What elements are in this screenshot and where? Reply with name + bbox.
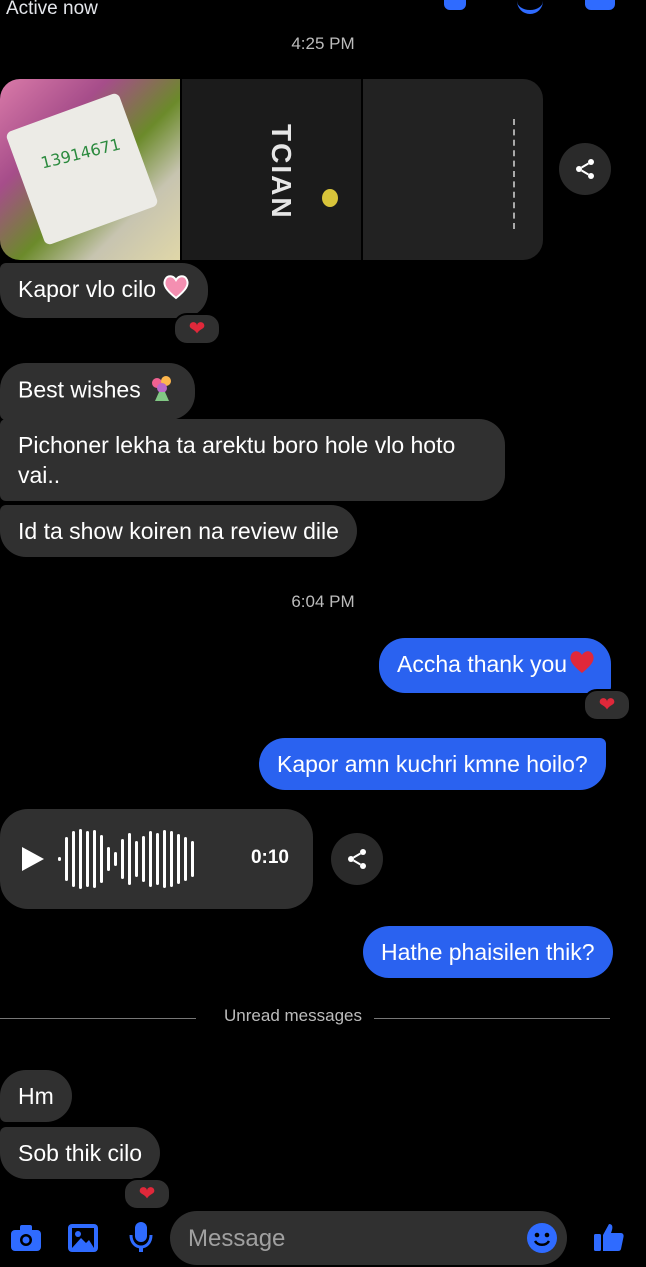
message-text: Kapor amn kuchri kmne hoilo? <box>277 751 588 777</box>
thumbs-up-icon[interactable] <box>593 1221 625 1258</box>
message-text: Id ta show koiren na review dile <box>18 518 339 544</box>
package-shape <box>5 92 159 246</box>
timestamp: 4:25 PM <box>291 34 355 53</box>
emoji-icon[interactable] <box>527 1223 557 1253</box>
shirt-badge <box>321 189 338 207</box>
heart-icon: ❤ <box>188 318 206 340</box>
share-button[interactable] <box>559 143 611 195</box>
photo-shirt-back[interactable] <box>363 79 543 260</box>
message-bubble[interactable]: Sob thik cilo <box>0 1127 161 1179</box>
message-text: Kapor vlo cilo <box>18 276 157 302</box>
bouquet-icon <box>147 374 177 409</box>
heart-icon: ❤ <box>598 694 616 716</box>
voice-message[interactable]: 0:10 <box>0 809 313 909</box>
image-icon[interactable] <box>67 1223 99 1258</box>
message-text: vai.. <box>18 462 61 488</box>
header-action-icons <box>0 0 646 14</box>
divider-line <box>374 1018 610 1019</box>
message-bubble[interactable]: Kapor amn kuchri kmne hoilo? <box>259 738 606 790</box>
shirt-logo: TCIAN <box>265 124 297 220</box>
message-reaction[interactable]: ❤ <box>583 689 631 721</box>
message-bubble[interactable]: Pichoner lekha ta arektu boro hole vlo h… <box>0 419 505 501</box>
microphone-icon[interactable] <box>128 1221 154 1258</box>
shirt-print <box>513 119 537 229</box>
message-text: Sob thik cilo <box>18 1140 143 1166</box>
message-bubble[interactable]: Hm <box>0 1070 72 1122</box>
message-reaction[interactable]: ❤ <box>123 1178 171 1210</box>
message-input[interactable] <box>186 1211 520 1267</box>
message-bubble[interactable]: Accha thank you <box>379 638 612 694</box>
message-bubble[interactable]: Kapor vlo cilo <box>0 263 209 319</box>
message-bubble[interactable]: Hathe phaisilen thik? <box>363 926 613 978</box>
call-icon[interactable] <box>517 0 543 14</box>
video-call-icon[interactable] <box>585 0 615 10</box>
message-reaction[interactable]: ❤ <box>173 313 221 345</box>
timestamp: 6:04 PM <box>291 592 355 611</box>
composer-bar <box>0 1208 646 1267</box>
message-text: Best wishes <box>18 376 141 403</box>
message-text: Pichoner lekha ta arektu boro hole vlo h… <box>18 432 456 458</box>
play-icon[interactable] <box>22 847 44 871</box>
audio-waveform <box>58 829 194 889</box>
phone-icon[interactable] <box>444 0 466 10</box>
unread-divider: Unread messages <box>0 1006 646 1030</box>
message-bubble[interactable]: Best wishes <box>0 363 196 420</box>
heart-icon: ❤ <box>138 1183 156 1205</box>
share-icon <box>576 159 594 179</box>
camera-icon[interactable] <box>10 1224 42 1257</box>
heart-icon <box>162 274 190 307</box>
photo-shirt-front[interactable]: TCIAN <box>181 79 362 260</box>
unread-label: Unread messages <box>224 1006 362 1025</box>
photo-package[interactable]: 13914671 <box>0 79 180 260</box>
share-button[interactable] <box>331 833 383 885</box>
voice-duration: 0:10 <box>250 847 289 868</box>
message-text: Hathe phaisilen thik? <box>381 939 595 965</box>
message-text: Hm <box>18 1083 54 1109</box>
message-input-box[interactable] <box>170 1211 567 1267</box>
photo-attachments[interactable]: 13914671 TCIAN <box>0 79 543 260</box>
share-icon <box>348 849 366 869</box>
message-text: Accha thank you <box>397 651 568 677</box>
heart-icon <box>567 649 597 682</box>
message-bubble[interactable]: Id ta show koiren na review dile <box>0 505 357 557</box>
